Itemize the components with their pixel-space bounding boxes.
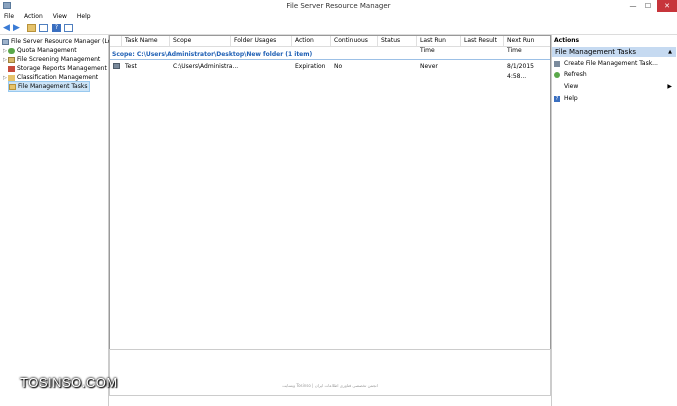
tree-item-file-management-tasks[interactable]: File Management Tasks (8, 81, 91, 92)
column-header-next-run-time[interactable]: Next Run Time (504, 36, 550, 54)
action-refresh[interactable]: Refresh (554, 70, 674, 79)
forward-arrow-icon[interactable]: ▶ (13, 24, 22, 33)
cell-last-run-time: Never (420, 63, 438, 70)
group-divider (110, 59, 550, 60)
quota-icon (8, 47, 15, 54)
footer-text: وبسایت Tosinso | انجمن تخصصی فناوری اطلا… (282, 383, 378, 388)
column-header-icon[interactable] (110, 36, 122, 46)
tree-item-storage-reports[interactable]: Storage Reports Management (8, 64, 107, 73)
menu-file[interactable]: File (0, 12, 18, 22)
menu-bar: File Action View Help (0, 12, 677, 22)
cell-next-run-time: 8/1/2015 4:58... (507, 63, 534, 80)
menu-view[interactable]: View (49, 12, 71, 22)
navigation-tree: File Server Resource Manager (Local) ▷ Qu… (0, 35, 122, 406)
help-icon: ? (554, 95, 560, 102)
submenu-arrow-icon: ▶ (667, 83, 672, 90)
create-task-icon (554, 60, 560, 67)
column-header-last-result[interactable]: Last Result (461, 36, 504, 46)
window-title: File Server Resource Manager (286, 2, 391, 10)
show-hide-action-pane-icon[interactable] (64, 24, 73, 32)
cell-continuous: No (334, 63, 343, 70)
column-header-scope[interactable]: Scope (170, 36, 231, 46)
cell-task-name: Test (125, 63, 137, 70)
cell-scope: C:\Users\Administra... (173, 63, 239, 70)
refresh-icon (554, 71, 560, 78)
tree-item-file-screening[interactable]: ▷ File Screening Management (3, 55, 100, 64)
column-header-action[interactable]: Action (292, 36, 331, 46)
back-arrow-icon[interactable]: ◀ (3, 24, 12, 33)
toolbar: ◀ ▶ ? (0, 22, 677, 35)
classification-icon (8, 74, 15, 81)
task-icon (113, 63, 120, 69)
minimize-button[interactable]: — (626, 0, 640, 12)
tree-item-quota-management[interactable]: ▷ Quota Management (3, 46, 77, 55)
folder-up-icon[interactable] (27, 24, 36, 32)
close-button[interactable]: ✕ (657, 0, 677, 12)
help-icon[interactable]: ? (52, 24, 61, 32)
collapse-icon[interactable]: ▲ (668, 47, 672, 57)
column-header-folder-usages[interactable]: Folder Usages (231, 36, 292, 46)
scope-group-header[interactable]: Scope: C:\Users\Administrator\Desktop\Ne… (112, 51, 312, 58)
table-row[interactable]: Test C:\Users\Administra... Expiration N… (110, 62, 550, 80)
watermark-text: TOSINSO.COM (20, 375, 118, 390)
maximize-button[interactable]: ☐ (641, 0, 655, 12)
column-header-task-name[interactable]: Task Name (122, 36, 170, 46)
menu-action[interactable]: Action (20, 12, 47, 22)
action-create-task[interactable]: Create File Management Task... (554, 59, 674, 68)
actions-title: Actions (554, 37, 580, 44)
view-icon (554, 84, 560, 90)
action-view[interactable]: View ▶ (554, 82, 674, 91)
action-help[interactable]: ? Help (554, 94, 674, 103)
actions-section-header[interactable]: File Management Tasks ▲ (552, 47, 676, 57)
cell-action: Expiration (295, 63, 326, 70)
column-header-last-run-time[interactable]: Last Run Time (417, 36, 461, 54)
column-header-row: Task Name Scope Folder Usages Action Con… (110, 36, 550, 54)
actions-pane: Actions File Management Tasks ▲ Create F… (551, 35, 677, 406)
column-header-continuous[interactable]: Continuous (331, 36, 378, 46)
task-folder-icon (9, 83, 16, 90)
task-list-pane: Task Name Scope Folder Usages Action Con… (109, 35, 551, 350)
report-icon (8, 65, 15, 72)
column-header-status[interactable]: Status (378, 36, 417, 46)
tree-root[interactable]: File Server Resource Manager (Local) (2, 37, 122, 46)
menu-help[interactable]: Help (73, 12, 95, 22)
server-icon (2, 38, 9, 45)
file-screen-icon (8, 56, 15, 63)
show-hide-tree-icon[interactable] (39, 24, 48, 32)
details-pane: وبسایت Tosinso | انجمن تخصصی فناوری اطلا… (109, 349, 551, 396)
